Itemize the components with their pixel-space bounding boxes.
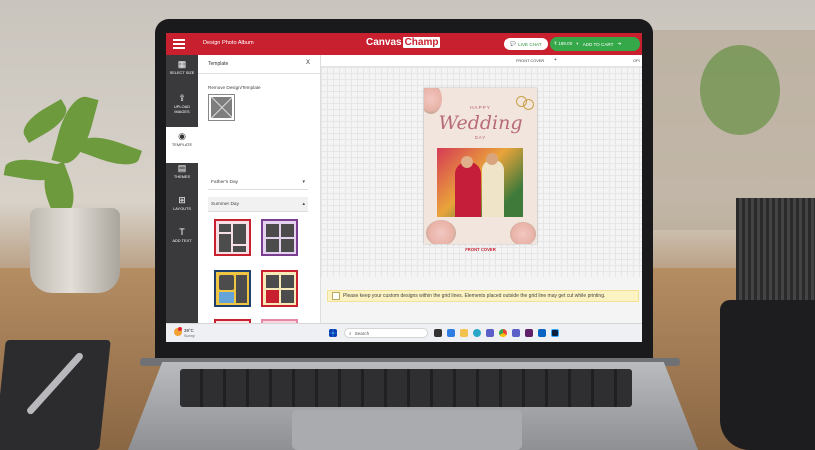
arrow-right-icon: ➔: [617, 41, 622, 46]
weather-description: Sunny: [184, 334, 195, 338]
template-thumbnail[interactable]: [214, 270, 251, 307]
windows-start-icon[interactable]: [329, 329, 337, 337]
coffee-mug: [720, 300, 815, 450]
sidebar-item-label: THEMES: [173, 174, 191, 179]
teams-icon[interactable]: [512, 329, 520, 337]
price-label: ₹ 189.00: [554, 41, 573, 46]
logo-text: Canvas: [366, 37, 402, 48]
brand-logo[interactable]: Canvas Champ: [366, 37, 441, 48]
category-fathers-day[interactable]: Father's Day ▾: [208, 175, 308, 190]
category-label: Summer Day: [211, 202, 239, 207]
notebook: [0, 340, 111, 450]
sidebar-item-label: TEMPLATE: [171, 142, 193, 147]
print-notice: Please keep your custom designs within t…: [327, 290, 639, 302]
chrome-icon[interactable]: [499, 329, 507, 337]
store-icon[interactable]: [486, 329, 494, 337]
file-explorer-icon[interactable]: [460, 329, 468, 337]
text-icon: T: [179, 227, 185, 237]
cover-wedding-text: Wedding: [438, 112, 523, 134]
sidebar-item-layouts[interactable]: ⊞ LAYOUTS: [166, 191, 198, 227]
laptop-keyboard: [180, 369, 632, 407]
task-view-icon[interactable]: [434, 329, 442, 337]
remove-icon: [211, 97, 232, 118]
bride-face: [461, 156, 473, 168]
floral-decoration: [424, 88, 442, 114]
themes-icon: ▤: [177, 163, 187, 173]
remove-design-label: Remove Design/Template: [208, 85, 261, 90]
app-header: Design Photo Album Canvas Champ 💬 LIVE CH…: [166, 33, 642, 55]
floral-decoration: [510, 222, 536, 244]
notification-badge: [178, 327, 182, 331]
template-thumbnail[interactable]: [261, 270, 298, 307]
template-thumbnail[interactable]: [214, 219, 251, 256]
add-to-cart-label: ADD TO CART: [582, 41, 614, 47]
template-panel: Template X Remove Design/Template Father…: [198, 55, 349, 342]
chat-icon: 💬: [510, 41, 517, 46]
laptop-trackpad[interactable]: [292, 410, 522, 450]
sidebar-item-template[interactable]: ◉ TEMPLATE: [166, 127, 198, 163]
live-chat-button[interactable]: 💬 LIVE CHAT: [504, 38, 548, 50]
notice-checkbox[interactable]: [332, 292, 340, 300]
sidebar-item-themes[interactable]: ▤ THEMES: [166, 159, 198, 195]
album-front-cover[interactable]: HAPPY Wedding DAY: [424, 88, 537, 244]
front-cover-label: FRONT COVER: [465, 247, 496, 252]
cover-day-text: DAY: [474, 135, 487, 140]
panel-header: Template X: [198, 55, 320, 74]
live-chat-label: LIVE CHAT: [518, 41, 542, 47]
bride-figure: [455, 162, 481, 217]
sidebar-item-label: ADD TEXT: [172, 238, 192, 243]
sidebar-item-upload-images[interactable]: ⇪ UPLOAD IMAGES: [166, 89, 198, 125]
widgets-icon[interactable]: [447, 329, 455, 337]
os-taskbar: 39°C Sunny ⌕ Search: [166, 323, 642, 342]
category-label: Father's Day: [211, 180, 239, 185]
grid-icon: ▦: [177, 59, 187, 69]
sidebar-item-label: SELECT SIZE: [169, 70, 195, 75]
page-tabs: FRONT COVER + OPI: [321, 55, 642, 67]
hamburger-menu-icon[interactable]: [173, 39, 185, 49]
add-page-button[interactable]: +: [554, 57, 557, 63]
remove-design-button[interactable]: [208, 94, 235, 121]
sidebar-item-select-size[interactable]: ▦ SELECT SIZE: [166, 55, 198, 91]
design-canvas-area: FRONT COVER + OPI HAPPY Wedding DAY FRON…: [321, 55, 642, 323]
chevron-up-icon: ▴: [302, 201, 305, 207]
background-plant: [700, 45, 780, 135]
cover-happy-text: HAPPY: [470, 105, 491, 110]
sidebar-item-label: UPLOAD IMAGES: [174, 104, 190, 114]
laptop-screen: Design Photo Album Canvas Champ 💬 LIVE CH…: [166, 33, 642, 342]
upload-icon: ⇪: [178, 93, 186, 103]
floral-decoration: [426, 220, 456, 244]
taskbar-search-input[interactable]: ⌕ Search: [344, 328, 428, 338]
photoshop-icon[interactable]: [551, 329, 559, 337]
app-title: Design Photo Album: [203, 40, 254, 46]
sidebar-item-label: LAYOUTS: [173, 206, 191, 211]
chevron-down-icon: ▾: [576, 41, 579, 46]
panel-title: Template: [208, 61, 229, 67]
slack-icon[interactable]: [525, 329, 533, 337]
search-icon: ⌕: [349, 330, 352, 336]
notice-text: Please keep your custom designs within t…: [343, 293, 606, 299]
logo-box-text: Champ: [402, 37, 441, 48]
layouts-icon: ⊞: [178, 195, 186, 205]
tool-sidebar: ▦ SELECT SIZE ⇪ UPLOAD IMAGES ◉ TEMPLATE…: [166, 55, 198, 323]
pen-holder: [736, 198, 815, 308]
plant-pot: [30, 208, 120, 293]
add-to-cart-button[interactable]: ₹ 189.00 ▾ ADD TO CART ➔: [550, 37, 640, 51]
sidebar-item-add-text[interactable]: T ADD TEXT: [166, 223, 198, 259]
chevron-down-icon: ▾: [302, 179, 305, 185]
template-thumbnail[interactable]: [261, 219, 298, 256]
tab-front-cover[interactable]: FRONT COVER: [516, 58, 544, 63]
couple-photo[interactable]: [437, 148, 523, 217]
groom-figure: [482, 160, 504, 217]
edge-browser-icon[interactable]: [473, 329, 481, 337]
options-button[interactable]: OPI: [633, 58, 640, 63]
outlook-icon[interactable]: [538, 329, 546, 337]
template-icon: ◉: [178, 131, 186, 141]
category-summer-day[interactable]: Summer Day ▴: [208, 197, 308, 212]
groom-face: [486, 153, 498, 165]
weather-temperature[interactable]: 39°C: [184, 328, 194, 333]
close-panel-button[interactable]: X: [306, 60, 310, 66]
search-placeholder: Search: [354, 330, 370, 336]
